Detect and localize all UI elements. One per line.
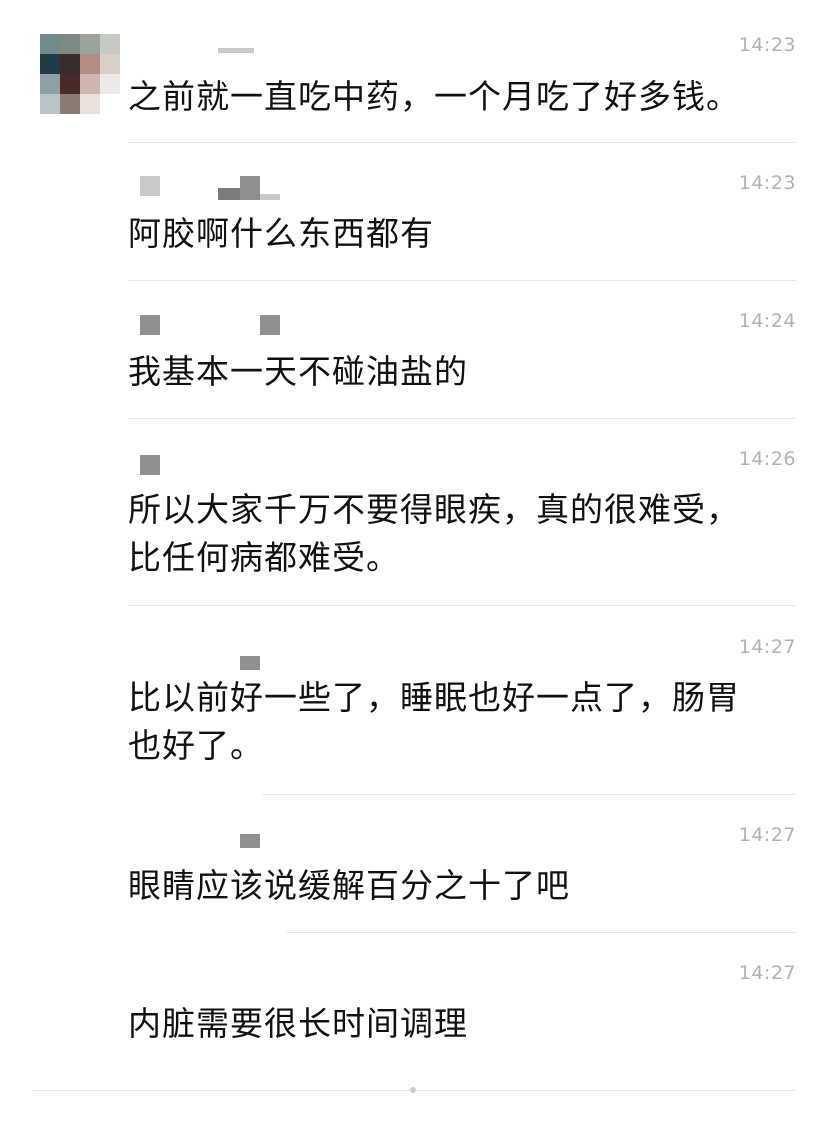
message-divider xyxy=(128,605,796,606)
blurred-avatar-icon[interactable] xyxy=(40,34,120,114)
redacted-sender-name xyxy=(240,656,260,670)
redacted-sender-name xyxy=(140,455,160,475)
redacted-sender-name xyxy=(218,48,254,53)
message-divider xyxy=(128,280,796,281)
message-text: 比任何病都难受。 xyxy=(128,538,400,577)
redacted-sender-name xyxy=(260,194,280,200)
redacted-sender-name xyxy=(218,188,240,200)
message-divider xyxy=(262,794,796,795)
message-divider xyxy=(128,418,796,419)
message-text: 眼睛应该说缓解百分之十了吧 xyxy=(128,866,570,905)
message-text: 比以前好一些了，睡眠也好一点了，肠胃 xyxy=(128,678,740,717)
message-text: 我基本一天不碰油盐的 xyxy=(128,352,468,391)
redacted-sender-name xyxy=(140,315,160,335)
redacted-sender-name xyxy=(240,176,260,200)
message-timestamp: 14:26 xyxy=(738,448,796,470)
message-timestamp: 14:24 xyxy=(738,310,796,332)
scroll-indicator-dot xyxy=(410,1087,416,1093)
message-text: 内脏需要很长时间调理 xyxy=(128,1004,468,1043)
message-timestamp: 14:27 xyxy=(738,962,796,984)
chat-message-list: 14:23 之前就一直吃中药，一个月吃了好多钱。 14:23 阿胶啊什么东西都有… xyxy=(0,0,828,1135)
message-text: 之前就一直吃中药，一个月吃了好多钱。 xyxy=(128,77,740,116)
redacted-sender-name xyxy=(140,176,160,196)
message-text: 也好了。 xyxy=(128,726,264,765)
message-timestamp: 14:27 xyxy=(738,824,796,846)
message-text: 阿胶啊什么东西都有 xyxy=(128,214,434,253)
message-text: 所以大家千万不要得眼疾，真的很难受， xyxy=(128,490,740,529)
message-timestamp: 14:23 xyxy=(738,172,796,194)
message-timestamp: 14:27 xyxy=(738,636,796,658)
redacted-sender-name xyxy=(260,315,280,335)
redacted-sender-name xyxy=(240,834,260,848)
message-divider xyxy=(128,142,796,143)
message-divider xyxy=(286,932,796,933)
message-timestamp: 14:23 xyxy=(738,34,796,56)
